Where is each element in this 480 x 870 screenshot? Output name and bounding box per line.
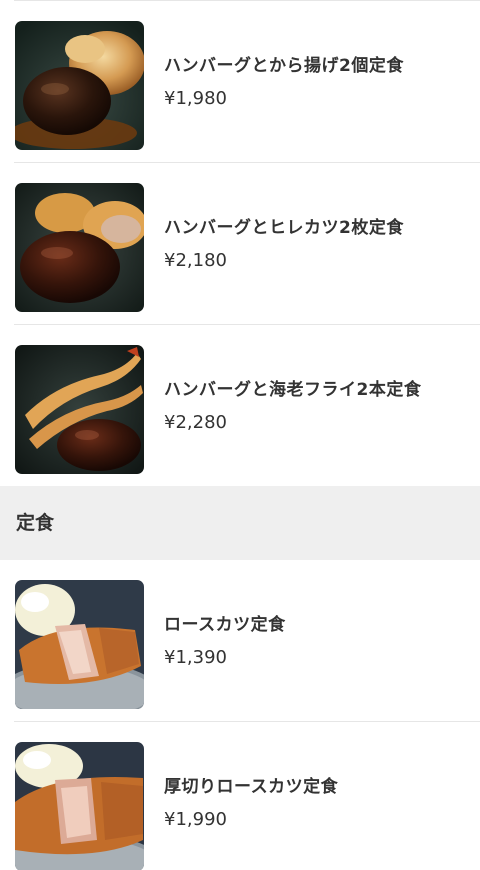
menu-item-info: ロースカツ定食 ¥1,390 bbox=[164, 560, 424, 722]
menu-item-price: ¥1,990 bbox=[164, 808, 227, 830]
menu-item-name: ロースカツ定食 bbox=[164, 614, 286, 635]
menu-item-atsugiri-rosukatsu[interactable]: 厚切りロースカツ定食 ¥1,990 bbox=[0, 722, 480, 870]
menu-item-name: 厚切りロースカツ定食 bbox=[164, 776, 339, 797]
hamburg-ebifry-photo bbox=[15, 345, 144, 474]
hamburg-karaage-photo bbox=[15, 21, 144, 150]
menu-item-price: ¥2,280 bbox=[164, 411, 227, 433]
menu-item-price: ¥1,980 bbox=[164, 87, 227, 109]
section-header: 定食 bbox=[0, 486, 480, 560]
menu-item-info: ハンバーグとから揚げ2個定食 ¥1,980 bbox=[164, 1, 424, 163]
menu-item-info: ハンバーグと海老フライ2本定食 ¥2,280 bbox=[164, 325, 424, 487]
menu-list: ハンバーグとから揚げ2個定食 ¥1,980 ハンバーグとヒレカツ2枚定食 ¥2,… bbox=[0, 0, 480, 870]
menu-item-name: ハンバーグと海老フライ2本定食 bbox=[164, 379, 422, 400]
atsugiri-rosukatsu-photo bbox=[15, 742, 144, 870]
hamburg-hirekatsu-photo bbox=[15, 183, 144, 312]
menu-item-price: ¥1,390 bbox=[164, 646, 227, 668]
menu-item-hamburg-ebifry[interactable]: ハンバーグと海老フライ2本定食 ¥2,280 bbox=[0, 325, 480, 487]
menu-item-rosukatsu[interactable]: ロースカツ定食 ¥1,390 bbox=[0, 560, 480, 722]
section-title: 定食 bbox=[16, 512, 55, 534]
menu-item-info: ハンバーグとヒレカツ2枚定食 ¥2,180 bbox=[164, 163, 424, 325]
menu-item-info: 厚切りロースカツ定食 ¥1,990 bbox=[164, 722, 424, 870]
menu-item-hamburg-karaage[interactable]: ハンバーグとから揚げ2個定食 ¥1,980 bbox=[0, 1, 480, 163]
menu-item-name: ハンバーグとから揚げ2個定食 bbox=[164, 55, 404, 76]
menu-item-price: ¥2,180 bbox=[164, 249, 227, 271]
menu-item-hamburg-hirekatsu[interactable]: ハンバーグとヒレカツ2枚定食 ¥2,180 bbox=[0, 163, 480, 325]
rosukatsu-photo bbox=[15, 580, 144, 709]
menu-item-name: ハンバーグとヒレカツ2枚定食 bbox=[164, 217, 404, 238]
